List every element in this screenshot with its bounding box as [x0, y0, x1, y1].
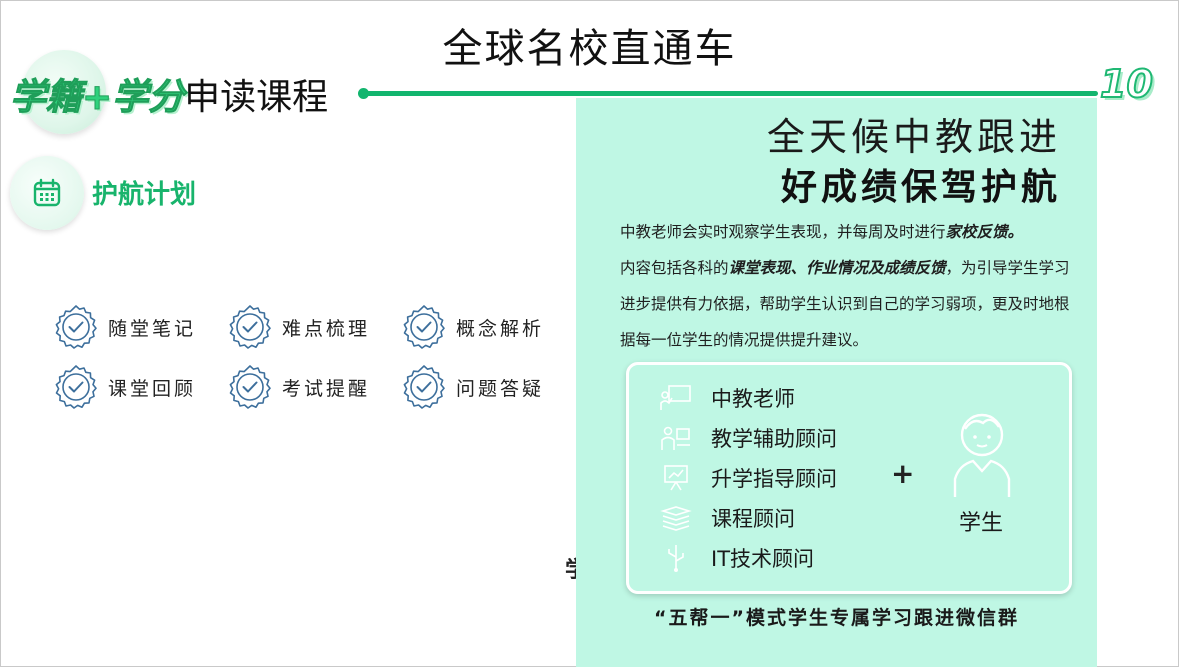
team-label: 中教老师 [711, 387, 795, 411]
usb-icon [668, 545, 684, 572]
feature-item: 考试提醒 [226, 363, 370, 411]
books-icon [660, 506, 692, 531]
subtitle-highlight: 学籍+学分 [9, 77, 185, 119]
check-badge-icon [55, 365, 97, 409]
feature-label: 随堂笔记 [108, 317, 197, 340]
feature-item: 问题答疑 [400, 363, 544, 411]
feature-item: 概念解析 [400, 303, 544, 351]
student-icon [953, 413, 1011, 497]
page-number: 10 [1099, 61, 1154, 107]
team-member: IT技术顾问 [659, 543, 814, 573]
assistant-icon [661, 426, 690, 450]
student-label: 学生 [959, 511, 1004, 536]
subtitle-text: 申读课程 [184, 77, 329, 118]
team-member: 课程顾问 [659, 503, 795, 533]
check-badge-icon [55, 305, 97, 349]
plan-icon-circle [10, 156, 84, 230]
team-member: 教学辅助顾问 [659, 423, 837, 453]
desc-text: 内容包括各科的 [620, 259, 729, 277]
feature-item: 难点梳理 [226, 303, 370, 351]
feature-item: 课堂回顾 [52, 363, 196, 411]
panel-description: 中教老师会实时观察学生表现，并每周及时进行家校反馈。 内容包括各科的课堂表现、作… [620, 214, 1080, 358]
course-subtitle: 学籍+学分申读课程 [9, 68, 329, 120]
follow-up-panel: 全天候中教跟进 好成绩保驾护航 中教老师会实时观察学生表现，并每周及时进行家校反… [576, 98, 1097, 667]
panel-subheading: 好成绩保驾护航 [780, 167, 1061, 208]
feature-label: 难点梳理 [282, 317, 371, 340]
wechat-group-caption: “五帮一”模式学生专属学习跟进微信群 [654, 607, 1019, 629]
check-badge-icon [403, 365, 445, 409]
team-box: 中教老师 教学辅助顾问 升学指导顾问 课程顾问 IT技术顾问 + 学生 [626, 362, 1072, 594]
teacher-board-icon [660, 385, 691, 410]
page-title: 全球名校直通车 [442, 26, 737, 72]
feature-item: 随堂笔记 [52, 303, 196, 351]
team-member: 中教老师 [659, 383, 795, 413]
presentation-icon [664, 465, 688, 491]
calendar-icon [33, 178, 61, 207]
section-label: 护航计划 [92, 180, 197, 210]
divider-line [360, 91, 1098, 96]
feature-label: 问题答疑 [456, 377, 545, 400]
feature-label: 考试提醒 [282, 377, 371, 400]
team-member: 升学指导顾问 [659, 463, 837, 493]
check-badge-icon [229, 365, 271, 409]
check-badge-icon [403, 305, 445, 349]
desc-text: 中教老师会实时观察学生表现，并每周及时进行 [620, 223, 946, 241]
plus-sign: + [891, 457, 915, 490]
panel-heading: 全天候中教跟进 [766, 115, 1061, 159]
team-label: 课程顾问 [711, 507, 795, 531]
team-label: IT技术顾问 [711, 547, 815, 571]
feature-label: 概念解析 [456, 317, 545, 340]
check-badge-icon [229, 305, 271, 349]
feature-label: 课堂回顾 [108, 377, 197, 400]
team-label: 教学辅助顾问 [711, 427, 837, 451]
team-label: 升学指导顾问 [711, 467, 837, 491]
desc-highlight: 家校反馈。 [945, 223, 1024, 241]
desc-highlight: 课堂表现、作业情况及成绩反馈 [728, 259, 946, 277]
